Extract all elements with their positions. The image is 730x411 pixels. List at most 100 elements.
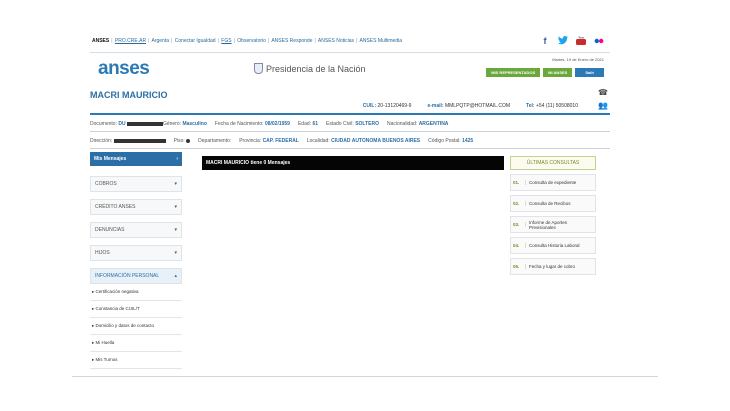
chevron-up-icon: ▴: [174, 273, 177, 279]
provincia-value: CAP. FEDERAL: [262, 138, 299, 144]
genero-value: Masculino: [182, 121, 207, 127]
shield-icon: [254, 63, 263, 74]
consulta-item-2[interactable]: 02. Consulta de Recibos: [510, 195, 596, 212]
consulta-item-3[interactable]: 03. Informe de Aportes Previsionales: [510, 216, 596, 233]
email-value: MMLPQTP@HOTMAIL.COM: [444, 103, 511, 109]
sidebar-subitem-label: Constancia de CUIL/T: [95, 306, 140, 311]
chevron-right-icon: ›: [176, 156, 178, 162]
ultimas-consultas-title: ÚLTIMAS CONSULTAS: [510, 156, 596, 170]
facebook-icon[interactable]: f: [540, 36, 550, 46]
phone-icon[interactable]: ☎: [598, 88, 608, 97]
sidebar-subitem-turnos[interactable]: ▸ Mis Turnos: [90, 352, 182, 369]
topnav-link-argenta[interactable]: Argenta: [152, 38, 170, 44]
sidebar-item-label: CRÉDITO ANSES: [95, 204, 136, 210]
user-name: MACRI MAURICIO: [90, 90, 168, 100]
provincia-label: Provincia:: [239, 138, 262, 144]
sidebar-item-informacion-personal[interactable]: INFORMACIÓN PERSONAL ▴: [90, 268, 182, 284]
current-date: Martes, 19 de Enero de 2021: [552, 57, 604, 62]
people-icon[interactable]: 👥: [598, 101, 608, 110]
divider: [90, 52, 610, 53]
sidebar-subitem-label: Mis Turnos: [95, 357, 118, 362]
chevron-down-icon: ▾: [174, 227, 177, 233]
consulta-num: 05.: [511, 264, 526, 269]
topnav-link-procrear[interactable]: PRO.CRE.AR: [115, 38, 146, 44]
youtube-icon[interactable]: You: [576, 36, 586, 46]
page: ANSES | PRO.CRE.AR | Argenta | Conectar Igu…: [86, 30, 614, 377]
edad-value: 61: [312, 121, 318, 127]
edad-label: Edad:: [297, 121, 312, 127]
direccion-label: Dirección:: [90, 138, 113, 144]
sidebar-subitem-constancia[interactable]: ▸ Constancia de CUIL/T: [90, 301, 182, 318]
sidebar-subitem-huella[interactable]: ▸ Mi Huella: [90, 335, 182, 352]
sidebar-item-hijos[interactable]: HIJOS ▾: [90, 245, 182, 261]
sidebar-subitem-label: Mi Huella: [95, 340, 115, 345]
sidebar-item-denuncias[interactable]: DENUNCIAS ▾: [90, 222, 182, 238]
sidebar-item-mis-mensajes[interactable]: Mis Mensajes ›: [90, 152, 182, 166]
localidad-label: Localidad:: [306, 138, 330, 144]
documento-type: DU: [118, 121, 126, 127]
header-buttons: MIS REPRESENTADOS MI ANSES Salir: [486, 68, 604, 77]
chevron-down-icon: ▾: [174, 204, 177, 210]
salir-button[interactable]: Salir: [575, 68, 604, 77]
topnav-link-responde[interactable]: ANSES Responde: [271, 38, 312, 44]
flickr-icon[interactable]: [594, 36, 604, 46]
sidebar-item-label: COBROS: [95, 181, 117, 187]
sidebar-subitem-domicilio[interactable]: ▸ Domicilio y datos de contacto: [90, 318, 182, 335]
redacted-dot: [186, 138, 191, 143]
consulta-label: Consulta de expediente: [529, 180, 577, 185]
cuil-label: CUIL:: [362, 103, 377, 109]
sidebar-item-label: INFORMACIÓN PERSONAL: [95, 273, 160, 279]
sidebar-subitem-label: Certificación negativa: [95, 289, 139, 294]
localidad-value: CIUDAD AUTONOMA BUENOS AIRES: [331, 138, 421, 144]
svg-text:You: You: [578, 36, 584, 40]
consulta-label: Consulta Historia Laboral: [529, 243, 580, 248]
chevron-down-icon: ▾: [174, 250, 177, 256]
topnav-link-noticias[interactable]: ANSES Noticias: [318, 38, 354, 44]
sidebar-item-cobros[interactable]: COBROS ▾: [90, 176, 182, 192]
address-info-row: Dirección: Piso: Departamento: Provincia…: [90, 138, 473, 144]
topnav-link-multimedia[interactable]: ANSES Multimedia: [359, 38, 402, 44]
topnav-link-fgs[interactable]: FGS: [221, 38, 231, 44]
fnac-label: Fecha de Nacimiento:: [214, 121, 264, 127]
nacionalidad-value: ARGENTINA: [418, 121, 449, 127]
sidebar-item-label: HIJOS: [95, 250, 110, 256]
nacionalidad-label: Nacionalidad:: [386, 121, 418, 127]
consulta-item-1[interactable]: 01. Consulta de expediente: [510, 174, 596, 191]
top-nav: ANSES | PRO.CRE.AR | Argenta | Conectar Igu…: [92, 38, 402, 44]
consulta-item-4[interactable]: 04. Consulta Historia Laboral: [510, 237, 596, 254]
cp-value: 1425: [462, 138, 474, 144]
redacted-block: [113, 138, 166, 143]
anses-logo[interactable]: anses: [98, 58, 150, 80]
divider: [72, 376, 658, 377]
consulta-num: 02.: [511, 201, 526, 206]
twitter-icon[interactable]: [558, 36, 568, 46]
topnav-link-observatorio[interactable]: Observatorio: [237, 38, 266, 44]
sidebar-subitem-label: Domicilio y datos de contacto: [95, 323, 155, 328]
piso-label: Piso:: [173, 138, 185, 144]
contact-row: CUIL: 20-13120469-9 e-mail: MMLPQTP@HOTM…: [363, 103, 578, 109]
divider: [90, 148, 610, 149]
presidencia-logo: Presidencia de la Nación: [254, 63, 366, 74]
topnav-link-anses[interactable]: ANSES: [92, 38, 109, 44]
divider: [90, 131, 610, 132]
topnav-link-conectar[interactable]: Conectar Igualdad: [175, 38, 216, 44]
email-label: e-mail:: [427, 103, 444, 109]
chevron-down-icon: ▾: [174, 181, 177, 187]
documento-label: Documento:: [90, 121, 117, 127]
mi-anses-button[interactable]: MI ANSES: [543, 68, 573, 77]
ultimas-consultas-panel: ÚLTIMAS CONSULTAS 01. Consulta de expedie…: [510, 156, 596, 275]
header-side-icons: ☎ 👥: [598, 88, 608, 110]
consulta-num: 03.: [511, 222, 526, 227]
sidebar-item-label: Mis Mensajes: [94, 156, 127, 162]
consulta-label: Informe de Aportes Previsionales: [529, 219, 568, 230]
consulta-label: Fecha y lugar de cobro: [529, 264, 576, 269]
mis-representados-button[interactable]: MIS REPRESENTADOS: [486, 68, 541, 77]
sidebar-item-credito[interactable]: CRÉDITO ANSES ▾: [90, 199, 182, 215]
messages-bar: MACRI MAURICIO tiene 0 Mensajes: [202, 156, 504, 170]
cp-label: Código Postal:: [428, 138, 461, 144]
departamento-label: Departamento:: [198, 138, 232, 144]
redacted-block: [126, 121, 163, 126]
consulta-item-5[interactable]: 05. Fecha y lugar de cobro: [510, 258, 596, 275]
sidebar: Mis Mensajes › COBROS ▾ CRÉDITO ANSES ▾ …: [90, 152, 182, 369]
sidebar-subitem-certificacion[interactable]: ▸ Certificación negativa: [90, 284, 182, 301]
